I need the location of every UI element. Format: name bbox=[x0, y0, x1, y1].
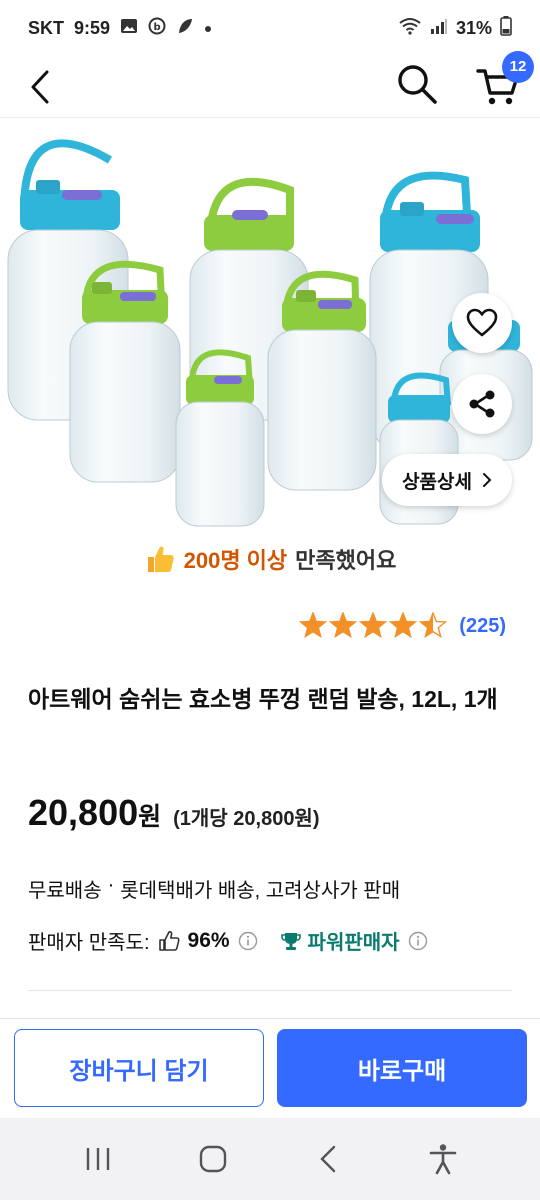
system-back-button[interactable] bbox=[298, 1129, 358, 1189]
system-back-icon bbox=[319, 1145, 335, 1173]
favorite-button[interactable] bbox=[452, 293, 512, 353]
seller-satisfaction-label: 판매자 만족도: bbox=[28, 932, 150, 954]
chevron-left-icon bbox=[31, 70, 49, 103]
rating[interactable]: (225) bbox=[299, 612, 506, 640]
search-icon bbox=[398, 65, 437, 104]
add-to-cart-button[interactable]: 장바구니 담기 bbox=[14, 1029, 264, 1107]
delivery-detail: 롯데택배가 배송, 고려상사가 판매 bbox=[120, 880, 401, 902]
signal-icon bbox=[430, 17, 448, 40]
power-seller-badge: 파워판매자 bbox=[280, 926, 400, 955]
thumbs-up-outline-icon bbox=[158, 930, 180, 951]
seller-satisfaction-value: 96% bbox=[187, 928, 230, 952]
buy-now-button[interactable]: 바로구매 bbox=[277, 1029, 527, 1107]
status-bar: SKT 9:59 b 31% bbox=[0, 0, 540, 56]
price-row: 20,800 원 (1개당 20,800원) bbox=[28, 792, 320, 834]
battery-percent: 31% bbox=[455, 17, 492, 38]
clock: 9:59 bbox=[74, 17, 111, 38]
power-seller-info-icon[interactable] bbox=[408, 931, 428, 951]
free-delivery-label: 무료배송 bbox=[28, 880, 102, 902]
satisfaction-text: 만족했어요 bbox=[295, 548, 397, 573]
rating-star bbox=[389, 612, 418, 639]
heart-icon bbox=[466, 308, 498, 337]
accessibility-button[interactable] bbox=[413, 1129, 473, 1189]
svg-text:b: b bbox=[154, 22, 161, 33]
price-value: 20,800 bbox=[28, 792, 139, 833]
price-currency: 원 bbox=[138, 803, 162, 831]
accessibility-icon bbox=[429, 1144, 456, 1175]
app-b-icon: b bbox=[148, 17, 166, 40]
unit-price: (1개당 20,800원) bbox=[173, 808, 320, 830]
search-button[interactable] bbox=[396, 63, 438, 110]
rating-star bbox=[299, 612, 328, 639]
product-title: 아트웨어 숨쉬는 효소병 뚜껑 랜덤 발송, 12L, 1개 bbox=[28, 686, 498, 712]
more-notifications-icon bbox=[204, 18, 212, 38]
rating-star bbox=[419, 612, 448, 639]
cart-count-badge: 12 bbox=[502, 50, 534, 83]
power-seller-label: 파워판매자 bbox=[307, 932, 400, 954]
delivery-separator: · bbox=[107, 874, 115, 896]
product-detail-label: 상품상세 bbox=[402, 471, 472, 493]
share-icon bbox=[469, 390, 495, 418]
carrier-label: SKT bbox=[28, 17, 64, 38]
rating-star bbox=[329, 612, 358, 639]
info-icon[interactable] bbox=[238, 931, 258, 951]
satisfaction-highlight: 200명 이상 bbox=[183, 548, 288, 573]
status-right: 31% bbox=[398, 15, 512, 41]
share-button[interactable] bbox=[452, 374, 512, 434]
satisfaction-banner: 200명 이상 만족했어요 bbox=[0, 536, 540, 582]
battery-icon bbox=[500, 15, 512, 41]
gallery-icon bbox=[120, 17, 138, 40]
recent-apps-icon bbox=[86, 1148, 109, 1170]
star-rating-icon bbox=[299, 612, 448, 639]
thumbs-up-icon bbox=[147, 546, 174, 572]
top-navigation: 12 bbox=[0, 50, 540, 118]
home-button[interactable] bbox=[183, 1129, 243, 1189]
delivery-info: 무료배송 · 롯데택배가 배송, 고려상사가 판매 bbox=[28, 874, 400, 903]
recent-apps-button[interactable] bbox=[68, 1129, 128, 1189]
bottom-action-bar: 장바구니 담기 바로구매 bbox=[0, 1018, 540, 1118]
review-count[interactable]: (225) bbox=[459, 615, 506, 638]
product-detail-button[interactable]: 상품상세 bbox=[382, 454, 512, 506]
nav-actions: 12 bbox=[396, 50, 534, 110]
back-button[interactable] bbox=[20, 67, 60, 107]
wifi-icon bbox=[398, 17, 422, 40]
status-left: SKT 9:59 b bbox=[28, 17, 212, 40]
system-navigation-bar bbox=[0, 1118, 540, 1200]
home-icon bbox=[199, 1145, 226, 1173]
cart-button[interactable]: 12 bbox=[476, 50, 534, 109]
section-divider bbox=[28, 990, 512, 991]
rating-star bbox=[359, 612, 388, 639]
chevron-right-icon bbox=[483, 473, 492, 487]
leaf-icon bbox=[176, 17, 194, 40]
trophy-icon bbox=[280, 932, 301, 950]
seller-info: 판매자 만족도: 96% 파워판매자 bbox=[28, 926, 428, 955]
